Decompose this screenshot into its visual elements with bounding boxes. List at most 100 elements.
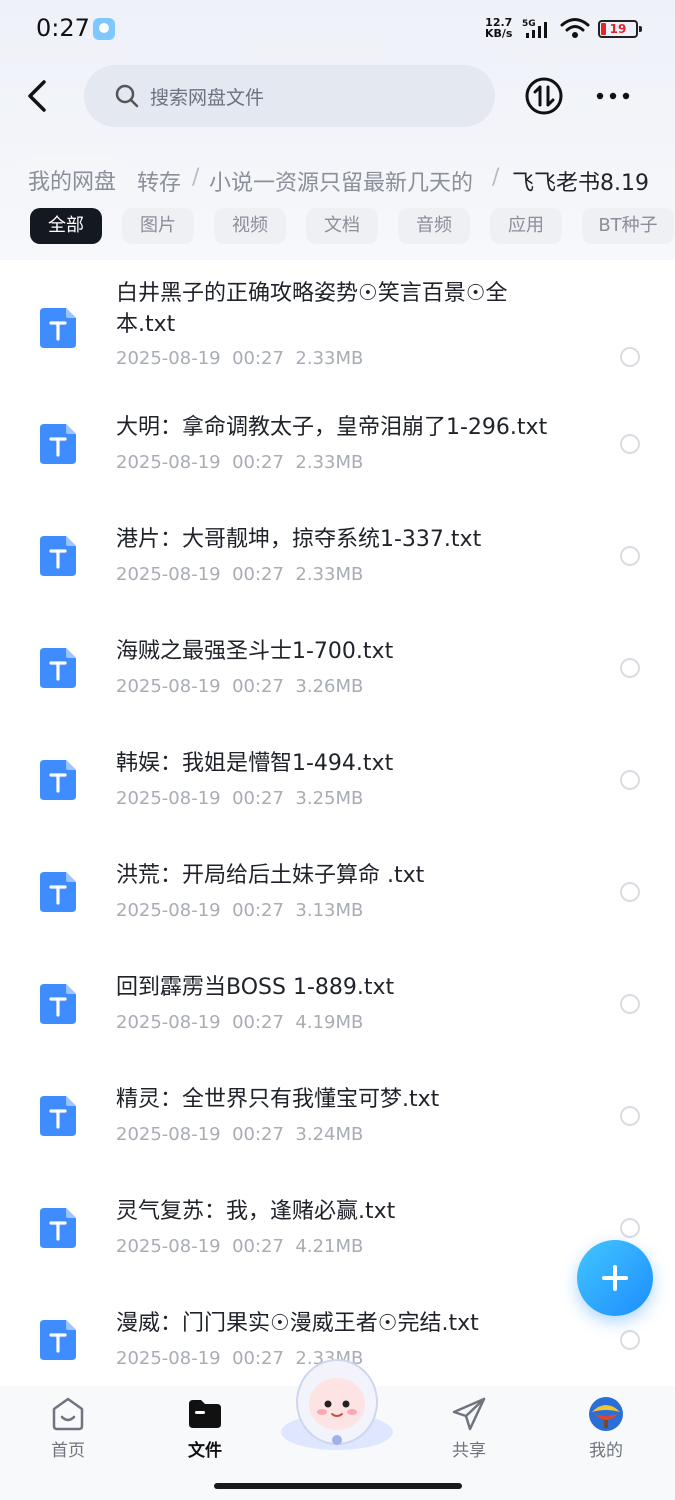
file-time: 00:27 [232,1348,284,1369]
select-radio[interactable] [620,546,640,566]
txt-file-icon [40,872,76,912]
file-date: 2025-08-19 [116,1124,221,1145]
battery-indicator: 19 [598,20,642,38]
file-size: 3.26MB [295,676,364,697]
tab-images[interactable]: 图片 [122,208,194,244]
file-item[interactable]: 灵气复苏：我，逢赌必赢.txt 2025-08-19 00:27 4.21MB [0,1196,675,1306]
file-meta: 2025-08-19 00:27 2.33MB [116,564,363,585]
file-time: 00:27 [232,1124,284,1145]
nav-label-home: 首页 [51,1441,85,1461]
select-radio[interactable] [620,882,640,902]
file-time: 00:27 [232,348,284,369]
app-notification-icon [93,18,115,40]
file-size: 3.25MB [295,788,364,809]
file-name: 洪荒：开局给后土妹子算命 .txt [116,863,425,888]
nav-item-me[interactable]: 我的 [556,1394,656,1464]
more-options-button[interactable] [596,86,630,106]
file-item[interactable]: 大明：拿命调教太子，皇帝泪崩了1-296.txt 2025-08-19 00:2… [0,412,675,522]
file-name: 精灵：全世界只有我懂宝可梦.txt [116,1087,440,1112]
breadcrumb-separator: / [492,165,500,190]
search-input[interactable]: 搜索网盘文件 [84,65,495,127]
breadcrumb-item-transfer[interactable]: 转存 [137,165,181,197]
txt-file-icon [40,648,76,688]
nav-item-share[interactable]: 共享 [419,1394,519,1464]
breadcrumb-item-novels[interactable]: 小说一资源只留最新几天的 [209,165,473,197]
cellular-signal-icon: 5G [522,19,547,38]
file-item[interactable]: 白井黑子的正确攻略姿势☉笑言百景☉全本.txt 2025-08-19 00:27… [0,278,675,398]
file-date: 2025-08-19 [116,564,221,585]
tab-bt-torrents[interactable]: BT种子 [582,208,674,244]
breadcrumb-root[interactable]: 我的网盘 [14,156,131,200]
file-item[interactable]: 精灵：全世界只有我懂宝可梦.txt 2025-08-19 00:27 3.24M… [0,1084,675,1194]
folder-icon [189,1400,221,1428]
file-meta: 2025-08-19 00:27 4.19MB [116,1012,363,1033]
file-time: 00:27 [232,900,284,921]
wifi-icon [560,18,590,38]
file-item[interactable]: 韩娱：我姐是懵智1-494.txt 2025-08-19 00:27 3.25M… [0,748,675,858]
file-item[interactable]: 海贼之最强圣斗士1-700.txt 2025-08-19 00:27 3.26M… [0,636,675,746]
file-name: 韩娱：我姐是懵智1-494.txt [116,751,394,776]
file-item[interactable]: 回到霹雳当BOSS 1-889.txt 2025-08-19 00:27 4.1… [0,972,675,1082]
file-time: 00:27 [232,1236,284,1257]
add-button[interactable] [577,1240,653,1316]
file-time: 00:27 [232,676,284,697]
txt-file-icon [40,1096,76,1136]
file-name: 港片：大哥靓坤，掠夺系统1-337.txt [116,527,482,552]
network-type-label: 5G [522,19,536,29]
mascot-assistant-button[interactable] [278,1352,396,1452]
select-radio[interactable] [620,347,640,367]
file-name: 灵气复苏：我，逢赌必赢.txt [116,1199,396,1224]
file-date: 2025-08-19 [116,900,221,921]
file-size: 2.33MB [295,564,364,585]
tab-documents[interactable]: 文档 [306,208,378,244]
file-name: 白井黑子的正确攻略姿势☉笑言百景☉全本.txt [116,281,508,337]
nav-label-me: 我的 [589,1441,623,1461]
file-meta: 2025-08-19 00:27 4.21MB [116,1236,363,1257]
txt-file-icon [40,1208,76,1248]
txt-file-icon [40,760,76,800]
tab-all[interactable]: 全部 [30,208,102,244]
txt-file-icon [40,308,76,348]
tab-apps[interactable]: 应用 [490,208,562,244]
file-meta: 2025-08-19 00:27 3.25MB [116,788,363,809]
select-radio[interactable] [620,1330,640,1350]
tab-audio[interactable]: 音频 [398,208,470,244]
select-radio[interactable] [620,1218,640,1238]
file-date: 2025-08-19 [116,1012,221,1033]
file-name: 漫威：门门果实☉漫威王者☉完结.txt [116,1311,479,1336]
file-date: 2025-08-19 [116,1236,221,1257]
file-size: 4.21MB [295,1236,364,1257]
status-bar: 0:27 12.7 KB/s 5G 19 [0,0,675,58]
file-date: 2025-08-19 [116,1348,221,1369]
file-time: 00:27 [232,452,284,473]
select-radio[interactable] [620,1106,640,1126]
search-icon [115,84,139,108]
file-date: 2025-08-19 [116,788,221,809]
battery-level: 19 [609,22,627,36]
select-radio[interactable] [620,994,640,1014]
file-meta: 2025-08-19 00:27 3.13MB [116,900,363,921]
nav-item-home[interactable]: 首页 [18,1394,118,1464]
breadcrumb: 我的网盘 转存 / 小说一资源只留最新几天的 / 飞飞老书8.19 [0,150,675,206]
file-item[interactable]: 洪荒：开局给后土妹子算命 .txt 2025-08-19 00:27 3.13M… [0,860,675,970]
txt-file-icon [40,984,76,1024]
nav-item-files[interactable]: 文件 [155,1394,255,1464]
nav-label-files: 文件 [188,1441,222,1461]
transfer-list-button[interactable] [524,76,564,116]
back-button[interactable] [22,76,58,116]
file-size: 3.13MB [295,900,364,921]
file-item[interactable]: 港片：大哥靓坤，掠夺系统1-337.txt 2025-08-19 00:27 2… [0,524,675,634]
file-date: 2025-08-19 [116,452,221,473]
file-time: 00:27 [232,564,284,585]
select-radio[interactable] [620,658,640,678]
file-size: 4.19MB [295,1012,364,1033]
status-time: 0:27 [36,14,90,42]
select-radio[interactable] [620,434,640,454]
nav-label-share: 共享 [452,1441,486,1461]
home-indicator [214,1483,462,1489]
avatar-icon [589,1397,623,1431]
tab-videos[interactable]: 视频 [214,208,286,244]
search-placeholder: 搜索网盘文件 [150,87,265,109]
select-radio[interactable] [620,770,640,790]
file-name: 回到霹雳当BOSS 1-889.txt [116,975,395,1000]
